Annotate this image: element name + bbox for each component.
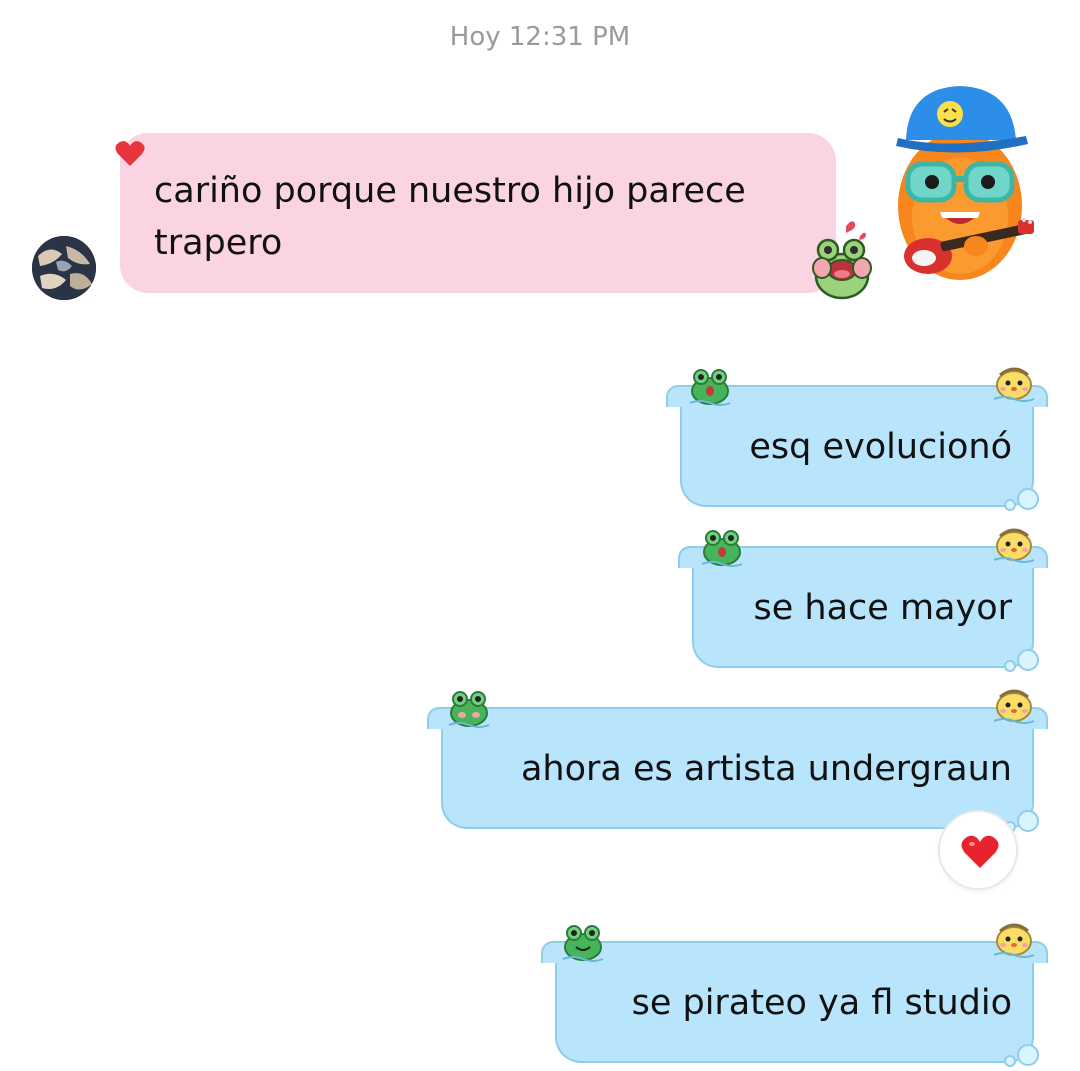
- water-bubbles-icon: [1004, 488, 1039, 511]
- received-message-bubble[interactable]: cariño porque nuestro hijo parece traper…: [120, 133, 836, 293]
- chick-icon: [993, 367, 1035, 402]
- water-bubbles-icon: [1004, 649, 1039, 672]
- frog-icon: [448, 691, 490, 728]
- received-message-text: cariño porque nuestro hijo parece traper…: [154, 171, 746, 263]
- bubble-rim: [541, 941, 1048, 963]
- contact-avatar[interactable]: [32, 236, 96, 300]
- frog-icon: [689, 369, 731, 406]
- heart-reaction-icon[interactable]: [938, 810, 1018, 890]
- sent-message-bubble[interactable]: se pirateo ya fl studio: [541, 923, 1048, 1067]
- frog-icon: [562, 925, 604, 962]
- sent-message-text: ahora es artista undergraun: [520, 749, 1012, 789]
- chick-icon: [993, 923, 1035, 958]
- sent-message-text: se hace mayor: [753, 588, 1012, 628]
- sent-message-bubble[interactable]: esq evolucionó: [666, 367, 1048, 511]
- chick-icon: [993, 689, 1035, 724]
- sent-message-text: esq evolucionó: [749, 427, 1012, 467]
- heart-icon: [115, 141, 145, 166]
- chat-timestamp: Hoy 12:31 PM: [449, 22, 631, 52]
- sent-message-text: se pirateo ya fl studio: [631, 983, 1012, 1023]
- orange-mascot-guitar-sticker: [896, 86, 1034, 280]
- frog-icon: [701, 530, 743, 567]
- sent-message-bubble[interactable]: ahora es artista undergraun: [427, 689, 1048, 833]
- frog-sticker-icon: [812, 221, 872, 300]
- bubble-rim: [427, 707, 1048, 729]
- sent-message-bubble[interactable]: se hace mayor: [678, 528, 1048, 672]
- chick-icon: [993, 528, 1035, 563]
